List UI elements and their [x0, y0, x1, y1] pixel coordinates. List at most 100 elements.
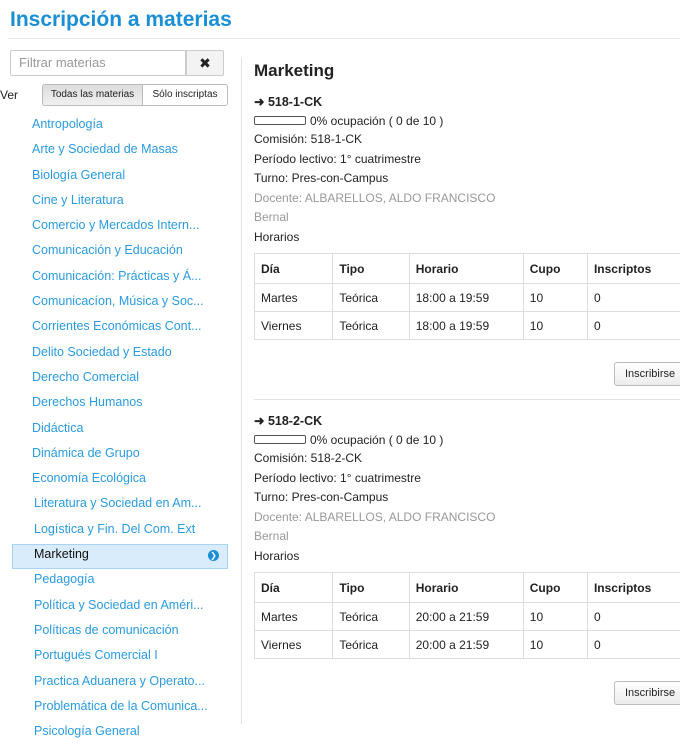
subject-list-item-label: Portugués Comercial I	[34, 648, 158, 662]
subject-list-item-label: Derechos Humanos	[32, 395, 142, 409]
subject-title: Marketing	[254, 61, 334, 81]
campus: Bernal	[254, 208, 680, 228]
table-cell: 10	[523, 284, 587, 312]
table-cell: Teórica	[333, 312, 409, 340]
table-cell: 10	[523, 631, 587, 659]
table-cell: Teórica	[333, 284, 409, 312]
column-header: Tipo	[333, 573, 409, 603]
subject-list-item[interactable]: Practica Aduanera y Operato...	[12, 671, 228, 696]
all-subjects-toggle[interactable]: Todas las materias	[42, 84, 143, 106]
column-header: Inscriptos	[587, 254, 680, 284]
subject-list-item-label: Marketing	[34, 547, 89, 561]
subject-list-item[interactable]: Corrientes Económicas Cont...	[12, 316, 228, 341]
subject-list-item-label: Literatura y Sociedad en Am...	[34, 496, 201, 510]
subject-list-item[interactable]: Dinámica de Grupo	[12, 443, 228, 468]
subject-list-item[interactable]: Derecho Comercial	[12, 367, 228, 392]
subject-list-item[interactable]: Biología General	[12, 165, 228, 190]
subject-list-item[interactable]: Derechos Humanos	[12, 392, 228, 417]
column-divider	[241, 58, 242, 724]
table-cell: 20:00 a 21:59	[409, 631, 523, 659]
table-cell: 0	[587, 312, 680, 340]
subject-list-item[interactable]: Problemática de la Comunica...	[12, 696, 228, 721]
period: Período lectivo: 1° cuatrimestre	[254, 469, 680, 489]
subject-list-item-label: Comunicacíon, Música y Soc...	[32, 294, 204, 308]
occupancy: 0% ocupación ( 0 de 10 )	[254, 430, 680, 449]
table-header-row: DíaTipoHorarioCupoInscriptos	[255, 254, 680, 284]
subject-list-item-label: Logística y Fin. Del Com. Ext	[34, 522, 195, 536]
table-cell: 0	[587, 603, 680, 631]
table-cell: 10	[523, 603, 587, 631]
subject-list-item[interactable]: Portugués Comercial I	[12, 645, 228, 670]
commission-section: ➜ 518-2-CK0% ocupación ( 0 de 10 )Comisi…	[254, 413, 680, 659]
subject-list-item[interactable]: Delito Sociedad y Estado	[12, 342, 228, 367]
shift: Turno: Pres-con-Campus	[254, 488, 680, 508]
commission-code: ➜ 518-1-CK	[254, 94, 680, 111]
commission-name: Comisión: 518-1-CK	[254, 130, 680, 150]
subject-list-item[interactable]: Comunicación: Prácticas y Á...	[12, 266, 228, 291]
subject-list-item-label: Derecho Comercial	[32, 370, 139, 384]
period: Período lectivo: 1° cuatrimestre	[254, 150, 680, 170]
commission-code: ➜ 518-2-CK	[254, 413, 680, 430]
subject-list-item-label: Antropología	[32, 117, 103, 131]
table-cell: Teórica	[333, 603, 409, 631]
subject-list-item[interactable]: Economía Ecológica	[12, 468, 228, 493]
subject-list-item[interactable]: Comunicacíon, Música y Soc...	[12, 291, 228, 316]
teacher: Docente: ALBARELLOS, ALDO FRANCISCO	[254, 508, 680, 528]
enroll-button[interactable]: Inscribirse	[614, 681, 680, 705]
subject-list-item-label: Problemática de la Comunica...	[34, 699, 208, 713]
subject-list-item[interactable]: Comunicación y Educación	[12, 240, 228, 265]
subject-list-item[interactable]: Antropología	[12, 114, 228, 139]
enrolled-only-toggle[interactable]: Sólo inscriptas	[142, 84, 228, 106]
table-cell: Martes	[255, 284, 333, 312]
table-cell: Martes	[255, 603, 333, 631]
table-cell: 18:00 a 19:59	[409, 312, 523, 340]
table-row: ViernesTeórica20:00 a 21:59100	[255, 631, 680, 659]
subject-list-item-label: Comunicación: Prácticas y Á...	[32, 269, 202, 283]
column-header: Horario	[409, 254, 523, 284]
schedules-label: Horarios	[254, 228, 680, 248]
subject-list-item-label: Economía Ecológica	[32, 471, 146, 485]
subject-list-item-label: Dinámica de Grupo	[32, 446, 140, 460]
subject-list-item[interactable]: Políticas de comunicación	[12, 620, 228, 645]
subject-list-item[interactable]: Logística y Fin. Del Com. Ext	[12, 519, 228, 544]
enroll-button[interactable]: Inscribirse	[614, 362, 680, 386]
column-header: Día	[255, 573, 333, 603]
subject-list-item[interactable]: Didáctica	[12, 418, 228, 443]
column-header: Horario	[409, 573, 523, 603]
table-cell: 0	[587, 284, 680, 312]
subject-list-item[interactable]: Marketing❯	[12, 544, 228, 569]
commission-section: ➜ 518-1-CK0% ocupación ( 0 de 10 )Comisi…	[254, 94, 680, 340]
subject-list-item[interactable]: Pedagogía	[12, 569, 228, 594]
clear-filter-button[interactable]: ✖	[186, 50, 224, 76]
occupancy-bar	[254, 435, 306, 444]
occupancy-bar	[254, 116, 306, 125]
subject-list: Antropología Arte y Sociedad de MasasBiol…	[12, 114, 228, 746]
subject-list-item[interactable]: Arte y Sociedad de Masas	[12, 139, 228, 164]
column-header: Cupo	[523, 573, 587, 603]
subject-list-item-label: Cine y Literatura	[32, 193, 124, 207]
subject-list-item[interactable]: Política y Sociedad en Améri...	[12, 595, 228, 620]
subject-list-item-label: Didáctica	[32, 421, 83, 435]
subject-list-item[interactable]: Comercio y Mercados Intern...	[12, 215, 228, 240]
schedule-table: DíaTipoHorarioCupoInscriptosMartesTeóric…	[254, 253, 680, 340]
title-divider	[8, 38, 680, 39]
column-header: Cupo	[523, 254, 587, 284]
subject-list-item[interactable]: Psicología General	[12, 721, 228, 746]
subject-list-item-label: Comunicación y Educación	[32, 243, 183, 257]
filter-input[interactable]: Filtrar materias	[10, 50, 186, 76]
schedules-label: Horarios	[254, 547, 680, 567]
subject-list-item[interactable]: Cine y Literatura	[12, 190, 228, 215]
table-cell: 0	[587, 631, 680, 659]
column-header: Inscriptos	[587, 573, 680, 603]
subject-list-item-label: Comercio y Mercados Intern...	[32, 218, 199, 232]
occupancy-text: 0% ocupación ( 0 de 10 )	[310, 433, 443, 447]
table-cell: 10	[523, 312, 587, 340]
table-header-row: DíaTipoHorarioCupoInscriptos	[255, 573, 680, 603]
section-divider	[254, 399, 680, 400]
table-cell: Teórica	[333, 631, 409, 659]
subject-list-item-label: Políticas de comunicación	[34, 623, 179, 637]
teacher: Docente: ALBARELLOS, ALDO FRANCISCO	[254, 189, 680, 209]
subject-list-item[interactable]: Literatura y Sociedad en Am...	[12, 493, 228, 518]
page-title: Inscripción a materias	[10, 8, 232, 32]
table-row: ViernesTeórica18:00 a 19:59100	[255, 312, 680, 340]
